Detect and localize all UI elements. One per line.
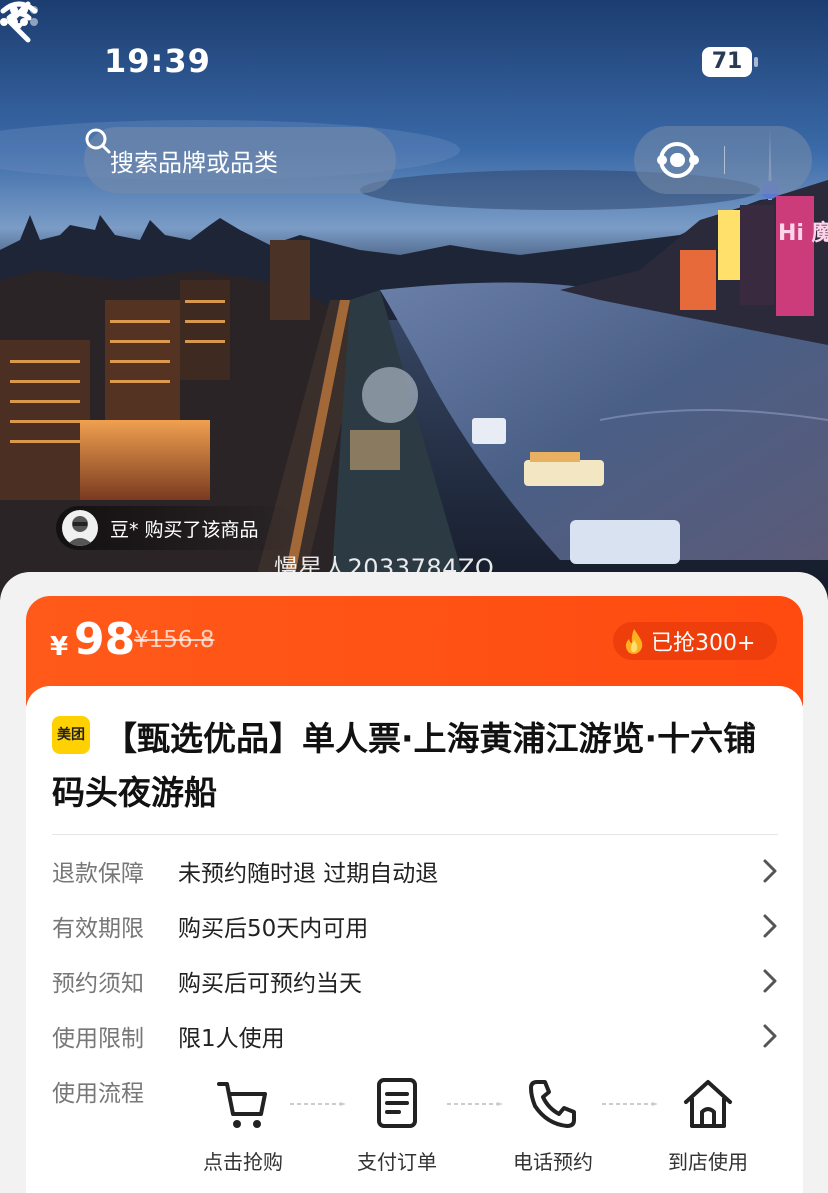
flow-arrow-icon (447, 1102, 503, 1106)
info-row-validity[interactable]: 有效期限 购买后50天内可用 (52, 904, 778, 948)
search-bar[interactable]: 搜索品牌或品类 (84, 127, 396, 193)
fire-icon (625, 629, 643, 654)
flow-step-pay: 支付订单 (342, 1076, 452, 1175)
search-placeholder: 搜索品牌或品类 (110, 148, 278, 177)
capsule-divider (724, 146, 725, 174)
sold-count-text: 已抢300+ (651, 631, 756, 656)
info-label: 预约须知 (52, 971, 144, 997)
price-current: 98 (74, 614, 136, 665)
flow-step-label: 点击抢购 (203, 1150, 283, 1174)
meituan-brand-badge: 美团 (52, 716, 90, 754)
title-divider (52, 834, 778, 835)
hero-image: Hi 魔都 19:39 (0, 0, 828, 600)
flow-step-purchase: 点击抢购 (188, 1076, 298, 1175)
price-original: ¥156.8 (134, 627, 215, 653)
chevron-right-icon (763, 859, 777, 883)
chevron-right-icon (763, 1024, 777, 1048)
document-icon (377, 1078, 417, 1128)
product-title: 【甄选优品】单人票·上海黄浦江游览·十六铺码头夜游船 (52, 719, 757, 812)
cart-icon (217, 1082, 267, 1128)
buyer-text: 豆* 购买了该商品 (110, 518, 259, 541)
info-value: 限1人使用 (178, 1026, 285, 1052)
info-value: 未预约随时退 过期自动退 (178, 861, 439, 887)
page: Hi 魔都 19:39 (0, 0, 828, 1193)
flow-step-label: 电话预约 (513, 1150, 593, 1174)
info-row-reservation[interactable]: 预约须知 购买后可预约当天 (52, 959, 778, 1003)
close-mini-program-icon[interactable] (634, 126, 720, 194)
info-label: 退款保障 (52, 861, 144, 887)
billboard-text: Hi 魔都 (778, 220, 828, 246)
status-bar: 19:39 71 (0, 0, 828, 120)
info-row-usage-limit[interactable]: 使用限制 限1人使用 (52, 1014, 778, 1058)
flow-step-label: 支付订单 (357, 1150, 437, 1174)
battery-icon: 71 (702, 47, 760, 77)
price-currency: ¥ (50, 632, 69, 662)
chevron-right-icon (763, 969, 777, 993)
info-value: 购买后可预约当天 (178, 971, 362, 997)
chevron-right-icon (763, 914, 777, 938)
flow-arrow-icon (602, 1102, 658, 1106)
status-time: 19:39 (104, 42, 211, 80)
back-button[interactable] (0, 0, 40, 44)
home-icon (684, 1080, 732, 1128)
battery-level: 71 (711, 49, 743, 74)
usage-flow-label: 使用流程 (52, 1081, 144, 1107)
mini-program-capsule (634, 126, 812, 194)
search-icon (85, 128, 111, 154)
info-value: 购买后50天内可用 (178, 916, 369, 942)
buyer-avatar (62, 510, 98, 546)
info-label: 有效期限 (52, 916, 144, 942)
flow-step-label: 到店使用 (668, 1150, 748, 1174)
flow-arrow-icon (290, 1102, 346, 1106)
recent-buyer-ticker: 豆* 购买了该商品 (56, 506, 296, 550)
flow-step-visit: 到店使用 (653, 1076, 763, 1175)
phone-icon (529, 1080, 576, 1128)
sold-count-badge: 已抢300+ (613, 622, 777, 660)
info-label: 使用限制 (52, 1026, 144, 1052)
info-row-refund[interactable]: 退款保障 未预约随时退 过期自动退 (52, 849, 778, 893)
flow-step-reserve: 电话预约 (498, 1076, 608, 1175)
